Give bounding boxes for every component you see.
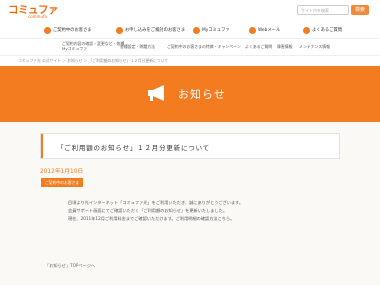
logo-subtext: commufa [28,14,47,19]
search-button[interactable]: 検索 [351,5,369,15]
notice-date: 2012年1月10日 [40,169,84,175]
page-banner: お知らせ [0,66,380,122]
nav-label: ご契約中のお客さま [53,28,92,33]
subnav-contract[interactable]: ご契約内容の確認・変更など・各種 Myコミュファ [62,41,124,51]
notice-body-line: 会員サポート画面にてご確認いただく「ご利用額のお知らせ」を更新いたしました。 [68,208,228,213]
category-badge: ご契約中のお客さま [41,178,84,187]
megaphone-icon [148,85,164,101]
subnav-faq[interactable]: よくあるご質問 [245,44,272,49]
notice-title-box: 「ご利用額のお知らせ」１２月分更新について [40,133,340,159]
question-icon [303,26,310,34]
heart-icon [193,26,200,34]
house-icon [44,26,51,34]
divider [0,38,380,39]
commufa-logo[interactable]: コミュファ commufa [8,2,59,24]
nav-prospective-customers[interactable]: お申し込みをご検討のお客さま [116,24,185,36]
subnav-trouble[interactable]: 障害情報 [277,44,293,49]
sub-nav: ご契約内容の確認・変更など・各種 Myコミュファ 各種設定・問題方法 ご契約中の… [0,40,380,54]
title-accent-bar [41,134,43,158]
divider [0,55,380,56]
search-input[interactable]: サイト内を検索 [297,5,349,15]
breadcrumb: コミュファ光 公式サイト ＞ お知らせ ＞ 「ご利用額のお知らせ」１２月分更新に… [18,58,169,63]
nav-webmail[interactable]: Webメール [249,24,280,36]
subnav-settings[interactable]: 各種設定・問題方法 [120,44,155,49]
nav-label: Myコミュファ [202,28,230,33]
subnav-campaigns[interactable]: ご契約中のお客さまの特典・キャンペーン [167,44,241,49]
subnav-maintenance[interactable]: メンテナンス情報 [299,44,330,49]
notice-body-line: 目頃より光インターネット「コミュファ光」をご利用いただき、誠にありがとうございま… [68,200,244,205]
back-to-notices-link[interactable]: 「お知らせ」TOPページへ [45,263,95,269]
notice-body-line: 現在、2011年12月ご利用料金までご確認いただけます。ご利用明細の確認方法こち… [68,216,235,221]
top-nav: ご契約中のお客さま お申し込みをご検討のお客さま Myコミュファ Webメール … [0,24,380,36]
nav-current-customers[interactable]: ご契約中のお客さま [44,24,92,36]
notice-title: 「ご利用額のお知らせ」１２月分更新について [57,144,210,152]
nav-faq[interactable]: よくあるご質問 [303,24,342,36]
person-icon [116,26,123,34]
nav-my-commufa[interactable]: Myコミュファ [193,24,230,36]
nav-label: Webメール [258,28,281,33]
nav-label: お申し込みをご検討のお客さま [125,28,186,33]
site-header: コミュファ commufa サイト内を検索 検索 ご契約中のお客さま お申し込み… [0,0,380,38]
page-title: お知らせ [178,88,226,101]
nav-label: よくあるご質問 [312,28,343,33]
subnav-label: Myコミュファ [62,46,88,51]
mail-icon [249,26,256,34]
